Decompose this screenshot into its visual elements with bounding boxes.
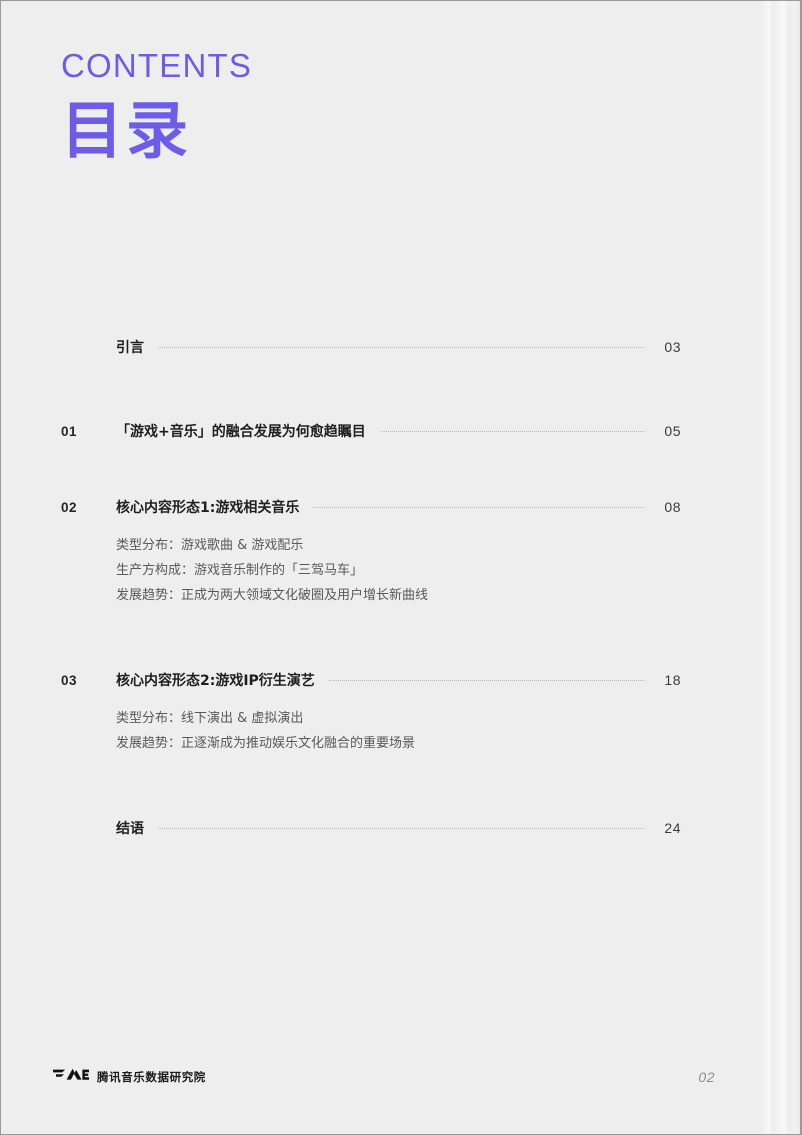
- toc-entry-page: 05: [664, 423, 681, 439]
- toc-subitem-list: 类型分布：线下演出 & 虚拟演出 发展趋势：正逐渐成为推动娱乐文化融合的重要场景: [116, 706, 681, 756]
- tme-logo-icon: [53, 1068, 89, 1086]
- toc-entry-page: 24: [664, 820, 681, 836]
- contents-title-cn: 目录: [61, 94, 192, 167]
- toc-entry-title: 引言: [116, 340, 144, 356]
- toc-entry-title: 核心内容形态2:游戏IP衍生演艺: [116, 673, 315, 689]
- contents-title-en: CONTENTS: [61, 47, 253, 84]
- toc-subitem: 类型分布：游戏歌曲 & 游戏配乐: [116, 538, 304, 553]
- toc-subitem: 发展趋势：正成为两大领域文化破圈及用户增长新曲线: [116, 588, 429, 603]
- toc-leader-dots: [313, 507, 645, 508]
- table-of-contents: 引言 03 01 「游戏+音乐」的融合发展为何愈趋瞩目 05 02 核心内容形态…: [61, 337, 681, 838]
- toc-leader-dots: [379, 431, 645, 432]
- toc-entry-number: 01: [61, 424, 78, 439]
- toc-entry[interactable]: 03 核心内容形态2:游戏IP衍生演艺 18: [61, 670, 681, 690]
- toc-leader-dots: [158, 828, 645, 829]
- page-header: CONTENTS 目录: [61, 49, 252, 162]
- toc-entry[interactable]: 02 核心内容形态1:游戏相关音乐 08: [61, 497, 681, 517]
- toc-entry-title: 结语: [116, 821, 144, 837]
- toc-subitem: 发展趋势：正逐渐成为推动娱乐文化融合的重要场景: [116, 736, 416, 751]
- toc-entry-title: 核心内容形态1:游戏相关音乐: [116, 500, 300, 516]
- page-edge-shading: [753, 1, 801, 1134]
- toc-entry-number: 03: [61, 673, 78, 688]
- page-edge-line: [800, 1, 801, 1134]
- document-page: CONTENTS 目录 引言 03 01 「游戏+音乐」的融合发展为何愈趋瞩目 …: [0, 0, 802, 1135]
- toc-entry[interactable]: 结语 24: [61, 818, 681, 838]
- toc-entry[interactable]: 01 「游戏+音乐」的融合发展为何愈趋瞩目 05: [61, 421, 681, 441]
- toc-subitem: 类型分布：线下演出 & 虚拟演出: [116, 711, 304, 726]
- toc-leader-dots: [158, 347, 645, 348]
- toc-subitem-list: 类型分布：游戏歌曲 & 游戏配乐 生产方构成：游戏音乐制作的「三驾马车」 发展趋…: [116, 533, 681, 608]
- brand-name: 腾讯音乐数据研究院: [97, 1070, 206, 1084]
- toc-entry-page: 08: [664, 499, 681, 515]
- toc-subitem: 生产方构成：游戏音乐制作的「三驾马车」: [116, 563, 364, 578]
- page-footer: 腾讯音乐数据研究院 02: [53, 1068, 715, 1086]
- brand-lockup: 腾讯音乐数据研究院: [53, 1068, 206, 1086]
- toc-entry-page: 18: [664, 672, 681, 688]
- toc-entry-title: 「游戏+音乐」的融合发展为何愈趋瞩目: [116, 424, 366, 440]
- toc-entry-page: 03: [664, 339, 681, 355]
- toc-entry[interactable]: 引言 03: [61, 337, 681, 357]
- page-number: 02: [698, 1069, 715, 1085]
- toc-leader-dots: [328, 680, 645, 681]
- toc-entry-number: 02: [61, 500, 78, 515]
